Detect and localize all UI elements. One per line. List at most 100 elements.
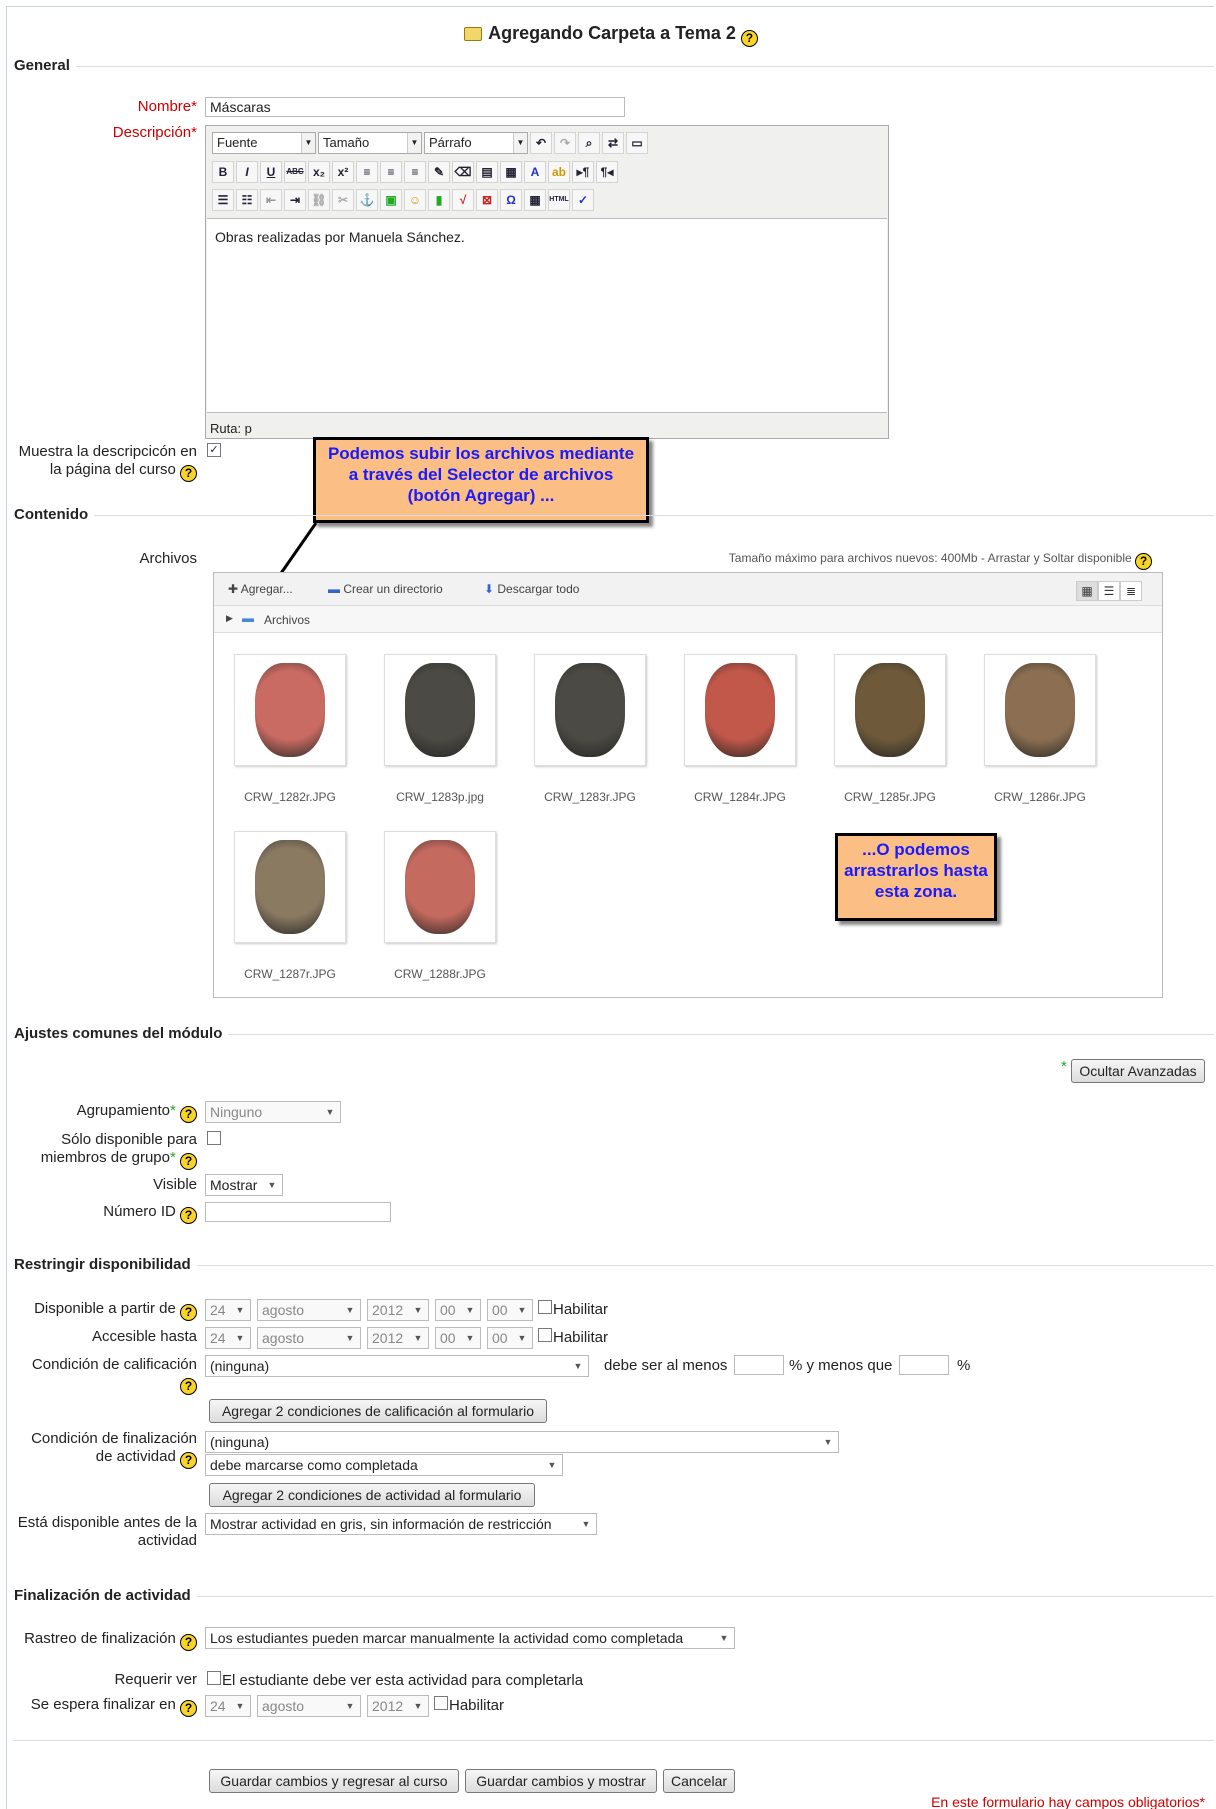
help-icon[interactable]: ?: [180, 1634, 197, 1651]
solo-grupo-label: Sólo disponible para miembros de grupo* …: [40, 1131, 197, 1170]
espera-year-select[interactable]: 2012 ▼: [367, 1695, 429, 1717]
disponible-antes-select[interactable]: Mostrar actividad en gris, sin informaci…: [205, 1513, 597, 1535]
desde-hour-select[interactable]: 00 ▼: [435, 1299, 481, 1321]
mask-image-5: [855, 663, 925, 757]
file-thumbnail[interactable]: [234, 831, 346, 943]
espera-day-select[interactable]: 24 ▼: [205, 1695, 251, 1717]
hasta-hour-select[interactable]: 00 ▼: [435, 1327, 481, 1349]
section-contenido: Contenido: [14, 506, 95, 523]
desde-minute-select[interactable]: 00 ▼: [487, 1299, 533, 1321]
hasta-year-select[interactable]: 2012 ▼: [367, 1327, 429, 1349]
file-name: CRW_1288r.JPG: [394, 967, 486, 981]
agrupamiento-label: Agrupamiento* ?: [27, 1102, 197, 1123]
desde-habilitar-checkbox[interactable]: [538, 1300, 552, 1314]
desde-month-select[interactable]: agosto ▼: [257, 1299, 361, 1321]
add-activity-conditions-button[interactable]: Agregar 2 condiciones de actividad al fo…: [209, 1483, 535, 1507]
filemanager-toolbar: ✚ Agregar... ▬ Crear un directorio ⬇ Des…: [214, 573, 1162, 606]
debe-ser-al-menos: debe ser al menos: [604, 1357, 728, 1374]
save-show-button[interactable]: Guardar cambios y mostrar: [465, 1769, 657, 1793]
visible-label: Visible: [153, 1176, 197, 1193]
cond-finalizacion-label: Condición de finalización de actividad ?: [31, 1430, 197, 1469]
espera-month-select[interactable]: agosto ▼: [257, 1695, 361, 1717]
mask-image-2: [405, 663, 475, 757]
file-thumbnail[interactable]: [834, 654, 946, 766]
disponible-antes-label: Está disponible antes de la actividad: [17, 1514, 197, 1549]
hasta-habilitar-checkbox[interactable]: [538, 1328, 552, 1342]
min-percent-input[interactable]: [734, 1355, 784, 1375]
download-all-button[interactable]: ⬇ Descargar todo: [484, 582, 579, 596]
requerir-ver-text: El estudiante debe ver esta actividad pa…: [222, 1672, 584, 1689]
help-icon[interactable]: ?: [180, 1106, 197, 1123]
add-grade-conditions-button[interactable]: Agregar 2 condiciones de calificación al…: [209, 1399, 547, 1423]
file-thumbnail[interactable]: [534, 654, 646, 766]
desde-day-select[interactable]: 24 ▼: [205, 1299, 251, 1321]
mask-image-6: [1005, 663, 1075, 757]
mask-image-3: [555, 663, 625, 757]
add-file-button[interactable]: ✚ Agregar...: [228, 582, 293, 596]
file-thumbnail[interactable]: [384, 654, 496, 766]
mask-image-7: [255, 840, 325, 934]
cond-calificacion-select[interactable]: (ninguna) ▼: [205, 1355, 589, 1377]
view-list-icon[interactable]: ☰: [1098, 581, 1120, 601]
hasta-month-select[interactable]: agosto ▼: [257, 1327, 361, 1349]
view-tree-icon[interactable]: ≣: [1120, 581, 1142, 601]
numero-id-label: Número ID ?: [47, 1203, 197, 1224]
filemanager[interactable]: ✚ Agregar... ▬ Crear un directorio ⬇ Des…: [213, 572, 1163, 998]
section-finalizacion: Finalización de actividad: [14, 1587, 197, 1604]
footer-rule: [13, 1740, 1214, 1741]
file-name: CRW_1285r.JPG: [844, 790, 936, 804]
max-percent-input[interactable]: [899, 1355, 949, 1375]
file-thumbnail[interactable]: [684, 654, 796, 766]
help-icon[interactable]: ?: [180, 1153, 197, 1170]
desde-habilitar-label: Habilitar: [553, 1301, 609, 1318]
help-icon[interactable]: ?: [180, 1452, 197, 1469]
expand-icon[interactable]: ▶: [226, 613, 233, 624]
file-name: CRW_1286r.JPG: [994, 790, 1086, 804]
file-thumbnail[interactable]: [384, 831, 496, 943]
drag-callout: ...O podemos arrastrarlos hasta esta zon…: [835, 833, 997, 921]
help-icon[interactable]: ?: [180, 1378, 197, 1395]
help-icon[interactable]: ?: [180, 1304, 197, 1321]
section-restringir: Restringir disponibilidad: [14, 1256, 197, 1273]
section-ajustes: Ajustes comunes del módulo: [14, 1025, 229, 1042]
desde-year-select[interactable]: 2012 ▼: [367, 1299, 429, 1321]
required-fields-note: En este formulario hay campos obligatori…: [931, 1794, 1205, 1809]
requerir-ver-checkbox[interactable]: [207, 1671, 221, 1685]
archivos-label: Archivos: [139, 550, 197, 567]
hasta-habilitar-label: Habilitar: [553, 1329, 609, 1346]
save-return-button[interactable]: Guardar cambios y regresar al curso: [209, 1769, 459, 1793]
help-icon[interactable]: ?: [180, 1207, 197, 1224]
help-icon[interactable]: ?: [180, 1700, 197, 1717]
se-espera-label: Se espera finalizar en ?: [17, 1696, 197, 1717]
cond-finalizacion-select[interactable]: (ninguna) ▼: [205, 1431, 839, 1453]
cond-calificacion-label: Condición de calificación ?: [31, 1356, 197, 1395]
y-menos-que: % y menos que: [789, 1357, 893, 1374]
path-archivos[interactable]: Archivos: [264, 613, 310, 627]
hasta-minute-select[interactable]: 00 ▼: [487, 1327, 533, 1349]
page-frame: Agregando Carpeta a Tema 2 ? General Nom…: [6, 6, 1214, 1809]
visible-select[interactable]: Mostrar ▼: [205, 1174, 283, 1196]
espera-habilitar-checkbox[interactable]: [434, 1696, 448, 1710]
cancel-button[interactable]: Cancelar: [663, 1769, 735, 1793]
rastreo-select[interactable]: Los estudiantes pueden marcar manualment…: [205, 1627, 735, 1649]
cond-finalizacion-state-select[interactable]: debe marcarse como completada ▼: [205, 1454, 563, 1476]
agrupamiento-select[interactable]: Ninguno ▼: [205, 1101, 341, 1123]
numero-id-input[interactable]: [205, 1202, 391, 1222]
view-icons-icon[interactable]: ▦: [1076, 581, 1098, 601]
mkdir-button[interactable]: ▬ Crear un directorio: [328, 582, 443, 596]
hide-advanced-button[interactable]: Ocultar Avanzadas: [1071, 1059, 1205, 1083]
folder-icon: ▬: [242, 611, 254, 625]
help-icon[interactable]: ?: [1135, 553, 1152, 570]
file-thumbnail[interactable]: [984, 654, 1096, 766]
file-name: CRW_1284r.JPG: [694, 790, 786, 804]
solo-grupo-checkbox[interactable]: [207, 1131, 221, 1145]
requerir-ver-label: Requerir ver: [114, 1671, 197, 1688]
add-file-icon: ✚: [228, 582, 241, 596]
filemanager-path: ▶ ▬ Archivos: [214, 606, 1162, 633]
hasta-day-select[interactable]: 24 ▼: [205, 1327, 251, 1349]
advanced-star: *: [1061, 1058, 1067, 1075]
file-thumbnail[interactable]: [234, 654, 346, 766]
file-name: CRW_1283r.JPG: [544, 790, 636, 804]
accesible-hasta-label: Accesible hasta: [91, 1328, 197, 1345]
section-rule: [13, 515, 1214, 516]
